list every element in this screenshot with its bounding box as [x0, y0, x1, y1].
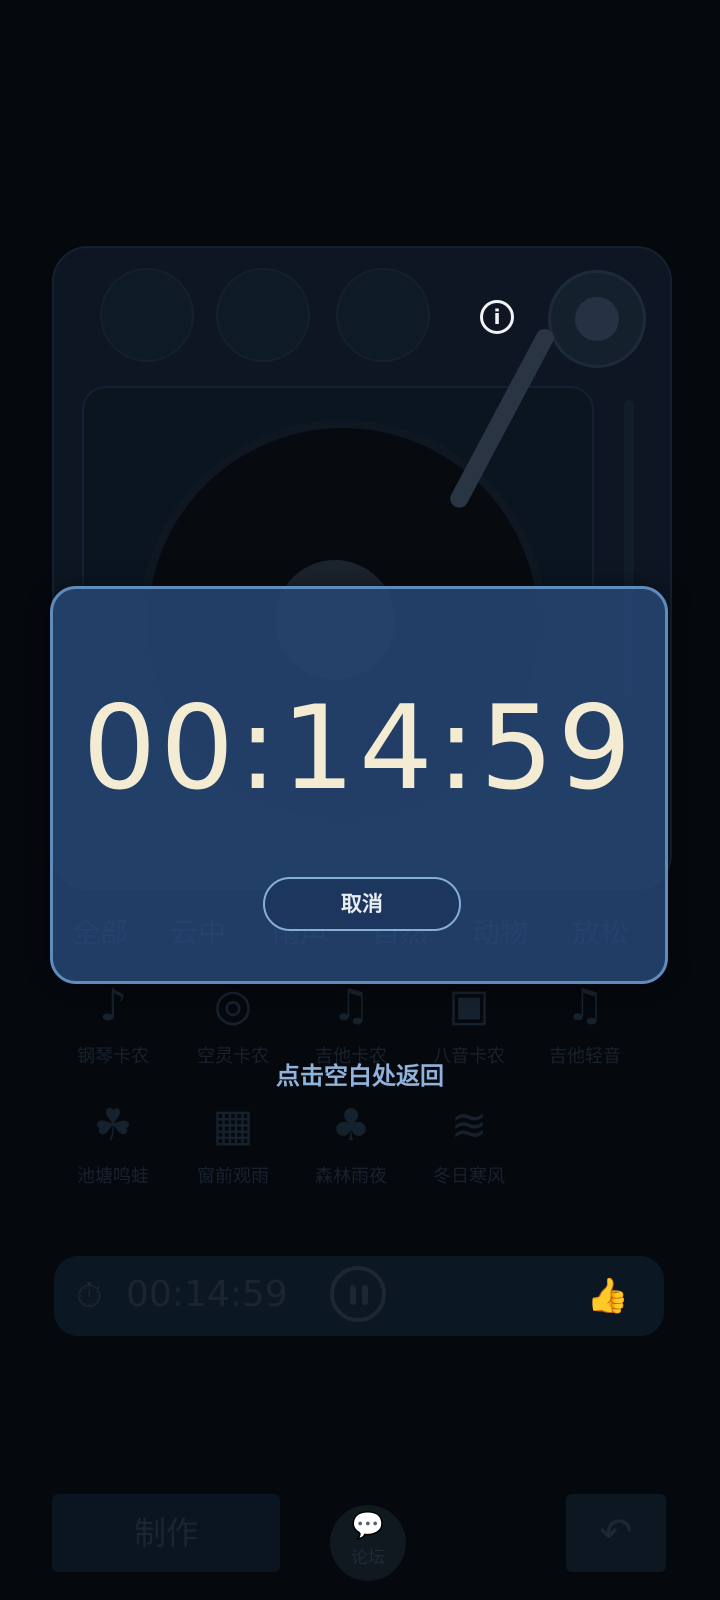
knob-2 [216, 268, 310, 362]
sound-item[interactable]: ▦ 窗前观雨 [178, 1098, 288, 1188]
window-icon: ▦ [212, 1100, 254, 1151]
cancel-button[interactable]: 取消 [263, 877, 461, 931]
frog-icon: ☘ [93, 1100, 133, 1151]
knob-3 [336, 268, 430, 362]
sound-label: 冬日寒风 [433, 1166, 505, 1187]
record-icon: ◎ [213, 980, 253, 1031]
sound-label: 窗前观雨 [197, 1166, 269, 1187]
sound-item[interactable]: ♪ 钢琴卡农 [58, 978, 168, 1068]
make-button[interactable]: 制作 [52, 1494, 280, 1572]
forum-button[interactable]: 💬 论坛 [330, 1505, 406, 1581]
dismiss-hint: 点击空白处返回 [276, 1062, 444, 1090]
sound-item[interactable]: ◎ 空灵卡农 [178, 978, 288, 1068]
sound-item[interactable]: ♫ 吉他卡农 [296, 978, 406, 1068]
pause-button[interactable] [330, 1266, 386, 1322]
playback-timer: 00:14:59 [126, 1274, 288, 1315]
timer-dialog: 00:14:59 取消 [50, 586, 668, 984]
piano-icon: ♪ [98, 980, 128, 1031]
music-box-icon: ▣ [448, 980, 490, 1031]
knob-1 [100, 268, 194, 362]
info-icon[interactable]: i [480, 300, 514, 334]
sound-item[interactable]: ≋ 冬日寒风 [414, 1098, 524, 1188]
tree-icon: ♣ [331, 1100, 371, 1151]
sound-item[interactable]: ▣ 八音卡农 [414, 978, 524, 1068]
sound-item[interactable]: ☘ 池塘鸣蛙 [58, 1098, 168, 1188]
sound-label: 森林雨夜 [315, 1166, 387, 1187]
sound-label: 池塘鸣蛙 [77, 1166, 149, 1187]
like-icon[interactable]: 👍 [582, 1274, 634, 1318]
tonearm-base [548, 270, 646, 368]
forum-label: 论坛 [351, 1548, 385, 1568]
wind-icon: ≋ [450, 1100, 488, 1151]
guitar-icon: ♫ [565, 980, 605, 1031]
countdown-time: 00:14:59 [82, 681, 636, 816]
sound-item[interactable]: ♫ 吉他轻音 [530, 978, 640, 1068]
chat-icon: 💬 [351, 1511, 385, 1541]
back-icon[interactable]: ↶ [566, 1494, 666, 1572]
playback-bar: ⏱ 00:14:59 👍 [54, 1256, 664, 1336]
stopwatch-icon[interactable]: ⏱ [76, 1276, 112, 1316]
sound-item[interactable]: ♣ 森林雨夜 [296, 1098, 406, 1188]
guitar-icon: ♫ [331, 980, 371, 1031]
